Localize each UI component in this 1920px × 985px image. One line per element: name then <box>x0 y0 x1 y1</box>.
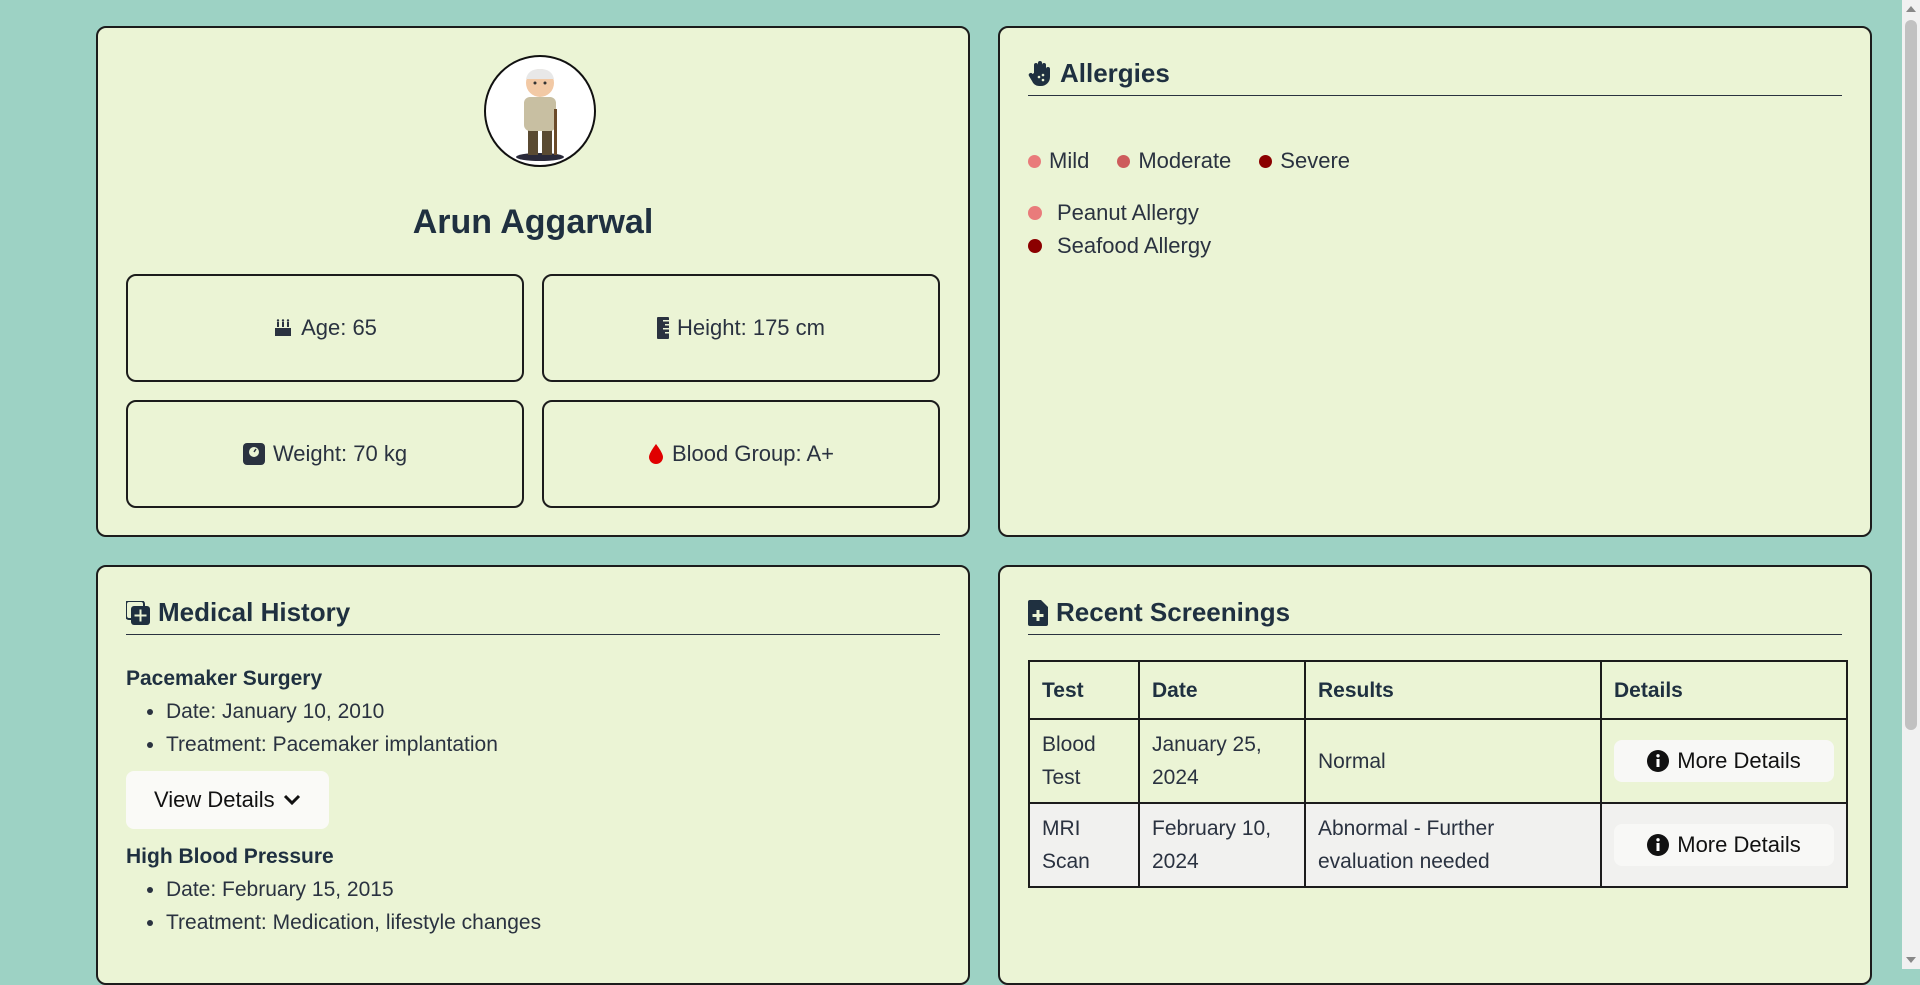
column-header: Details <box>1600 660 1848 720</box>
condition-date: Date: February 15, 2015 <box>166 873 940 906</box>
allergy-item: Seafood Allergy <box>1028 229 1211 262</box>
weight-text: Weight: 70 kg <box>272 441 408 466</box>
blood-drop-icon <box>648 443 664 465</box>
condition-title: Pacemaker Surgery <box>126 667 323 690</box>
patient-name: Arun Aggarwal <box>412 203 654 241</box>
condition-item: Pacemaker Surgery Date: January 10, 2010… <box>126 667 940 845</box>
allergy-list: Peanut Allergy Seafood Allergy <box>1028 196 1211 262</box>
result-cell: Abnormal - Further evaluation needed <box>1304 802 1602 888</box>
recent-screenings-title: Recent Screenings <box>1056 597 1291 627</box>
blood-group-stat: Blood Group: A+ <box>542 400 940 508</box>
allergy-label: Seafood Allergy <box>1057 232 1212 258</box>
test-cell: MRI Scan <box>1028 802 1140 888</box>
birthday-cake-icon <box>273 318 293 338</box>
recent-screenings-header: Recent Screenings <box>1028 597 1842 635</box>
legend-item-moderate: Moderate <box>1117 148 1231 174</box>
severe-dot <box>1259 154 1273 168</box>
more-details-button[interactable]: More Details <box>1614 824 1834 866</box>
hand-dots-icon <box>1028 60 1052 87</box>
condition-title: High Blood Pressure <box>126 845 334 868</box>
allergies-title: Allergies <box>1060 58 1170 88</box>
view-details-label: View Details <box>154 787 275 812</box>
medical-history-header: Medical History <box>126 597 940 635</box>
allergy-item: Peanut Allergy <box>1028 196 1211 229</box>
age-text: Age: 65 <box>301 315 377 340</box>
allergies-card: Allergies Mild Moderate Severe Peanut Al… <box>998 26 1872 537</box>
date-cell: January 25, 2024 <box>1138 718 1306 804</box>
patient-profile-card: Arun Aggarwal Age: 65 Height: 175 cm Wei… <box>96 26 970 537</box>
legend-item-severe: Severe <box>1259 148 1350 174</box>
more-details-label: More Details <box>1677 832 1801 857</box>
more-details-button[interactable]: More Details <box>1614 740 1834 782</box>
table-header-row: Test Date Results Details <box>1028 660 1848 720</box>
mild-dot <box>1028 154 1041 168</box>
medical-history-title: Medical History <box>158 597 351 627</box>
result-cell: Normal <box>1304 718 1602 804</box>
condition-details: Date: January 10, 2010 Treatment: Pacema… <box>126 695 940 761</box>
weight-scale-icon <box>242 443 265 465</box>
more-details-label: More Details <box>1677 748 1801 773</box>
severity-legend: Mild Moderate Severe <box>1028 148 1378 174</box>
medical-history-card: Medical History Pacemaker Surgery Date: … <box>96 565 970 985</box>
info-circle-icon <box>1647 834 1670 856</box>
test-cell: Blood Test <box>1028 718 1140 804</box>
severe-dot <box>1028 238 1042 253</box>
allergy-label: Peanut Allergy <box>1057 199 1199 225</box>
table-row: Blood Test January 25, 2024 Normal More … <box>1028 718 1848 804</box>
table-row: MRI Scan February 10, 2024 Abnormal - Fu… <box>1028 802 1848 888</box>
legend-label: Moderate <box>1138 148 1232 173</box>
condition-treatment: Treatment: Medication, lifestyle changes <box>166 906 940 939</box>
blood-group-text: Blood Group: A+ <box>671 441 835 466</box>
legend-item-mild: Mild <box>1028 148 1089 174</box>
screenings-table: Test Date Results Details Blood Test Jan… <box>1028 660 1848 888</box>
details-cell: More Details <box>1600 718 1848 804</box>
recent-screenings-card: Recent Screenings Test Date Results Deta… <box>998 565 1872 985</box>
view-details-button[interactable]: View Details <box>126 771 329 829</box>
weight-stat: Weight: 70 kg <box>126 400 524 508</box>
medical-file-icon <box>126 600 150 625</box>
ruler-icon <box>657 317 670 339</box>
column-header: Test <box>1028 660 1140 720</box>
legend-label: Severe <box>1280 148 1351 173</box>
allergies-header: Allergies <box>1028 58 1842 96</box>
patient-avatar <box>484 55 596 167</box>
scroll-up-arrow-icon[interactable] <box>1906 6 1916 12</box>
condition-date: Date: January 10, 2010 <box>166 695 940 728</box>
details-cell: More Details <box>1600 802 1848 888</box>
condition-details: Date: February 15, 2015 Treatment: Medic… <box>126 873 940 939</box>
moderate-dot <box>1117 154 1131 168</box>
mild-dot <box>1028 205 1042 220</box>
height-text: Height: 175 cm <box>677 315 825 340</box>
chevron-down-icon <box>283 794 301 806</box>
condition-item: High Blood Pressure Date: February 15, 2… <box>126 845 940 939</box>
legend-label: Mild <box>1049 148 1090 173</box>
file-medical-icon <box>1028 599 1048 626</box>
condition-list: Pacemaker Surgery Date: January 10, 2010… <box>126 667 940 939</box>
page-scrollbar[interactable] <box>1902 0 1920 969</box>
age-stat: Age: 65 <box>126 274 524 382</box>
column-header: Date <box>1138 660 1306 720</box>
info-circle-icon <box>1647 750 1670 772</box>
condition-treatment: Treatment: Pacemaker implantation <box>166 728 940 761</box>
date-cell: February 10, 2024 <box>1138 802 1306 888</box>
column-header: Results <box>1304 660 1602 720</box>
scroll-down-arrow-icon[interactable] <box>1906 957 1916 963</box>
height-stat: Height: 175 cm <box>542 274 940 382</box>
scrollbar-thumb[interactable] <box>1905 20 1917 730</box>
